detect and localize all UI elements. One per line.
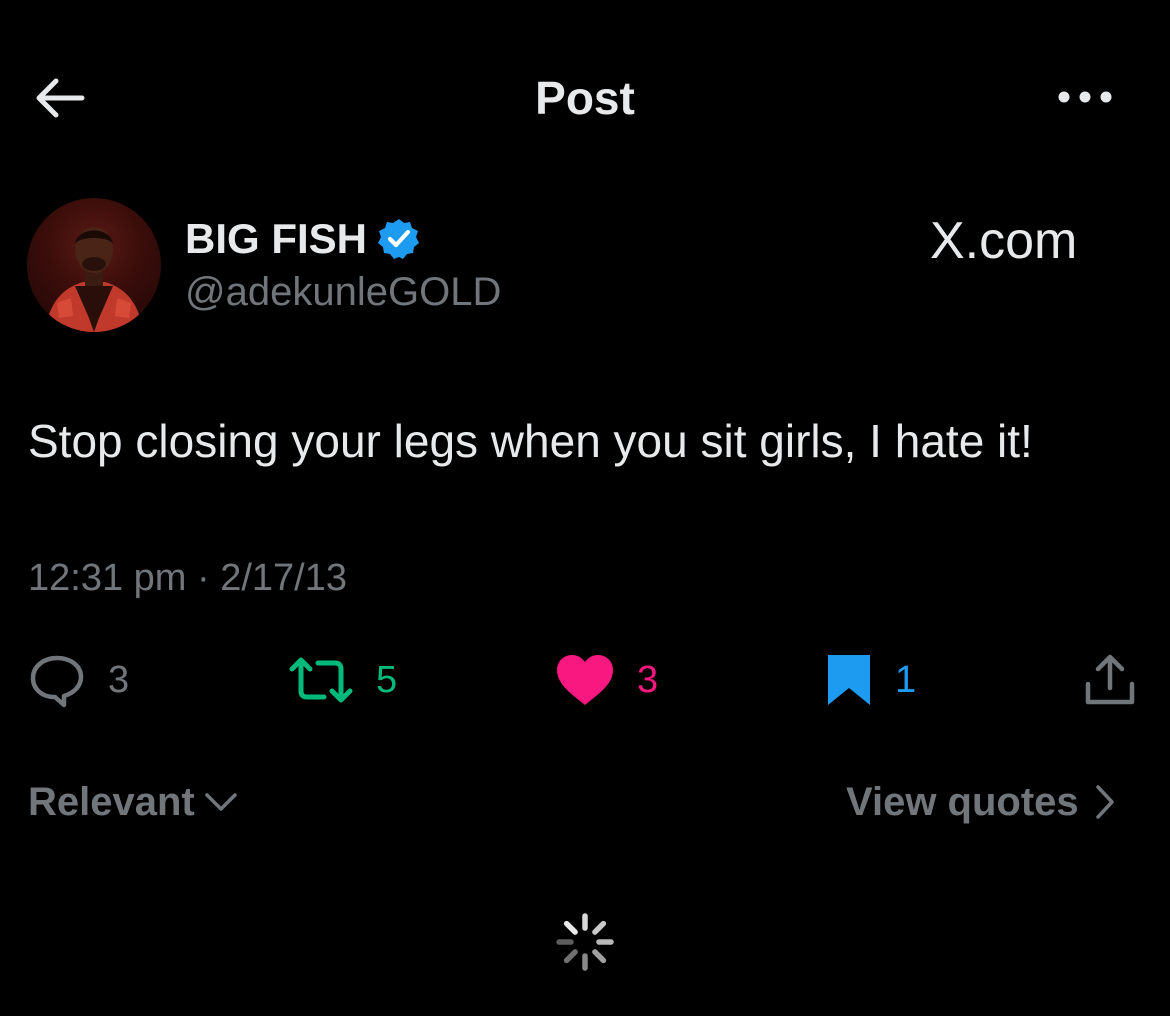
repost-count: 5 <box>376 659 398 701</box>
chevron-down-icon <box>205 793 237 811</box>
bookmark-filled-icon <box>828 655 870 705</box>
view-quotes-link[interactable]: View quotes <box>846 776 1117 828</box>
like-count: 3 <box>637 659 659 701</box>
repost-icon <box>289 657 353 703</box>
share-button[interactable] <box>1082 650 1138 710</box>
more-options-button[interactable] <box>1050 72 1120 122</box>
bookmark-count: 1 <box>895 659 917 701</box>
like-button[interactable]: 3 <box>555 650 658 710</box>
source-label-text: X.com <box>930 212 1078 270</box>
repost-button[interactable]: 5 <box>288 650 397 710</box>
source-label: X.com <box>930 212 1077 270</box>
verified-badge-icon <box>378 219 420 259</box>
reply-sort-dropdown[interactable]: Relevant <box>28 776 239 828</box>
author-handle[interactable]: @adekunleGOLD <box>185 268 501 316</box>
back-button[interactable] <box>26 70 92 126</box>
heart-filled-icon <box>557 655 613 705</box>
bookmark-button[interactable]: 1 <box>825 650 916 710</box>
avatar[interactable] <box>27 198 161 332</box>
display-name: BIG FISH <box>185 215 368 262</box>
avatar-image <box>45 227 143 332</box>
post-text: Stop closing your legs when you sit girl… <box>28 415 1033 467</box>
reply-bubble-icon <box>30 655 84 708</box>
post-timestamp[interactable]: 12:31 pm · 2/17/13 <box>28 553 347 603</box>
more-horizontal-icon <box>1058 91 1112 103</box>
arrow-left-icon <box>36 78 85 118</box>
loading-spinner-icon <box>556 913 614 971</box>
page-title: Post <box>535 72 635 124</box>
chevron-right-icon <box>1095 785 1114 819</box>
reply-button[interactable]: 3 <box>28 650 129 710</box>
share-icon <box>1085 654 1135 705</box>
view-quotes-label: View quotes <box>846 779 1079 824</box>
author-name[interactable]: BIG FISH <box>185 215 421 263</box>
reply-count: 3 <box>108 659 130 701</box>
sort-label: Relevant <box>28 779 195 824</box>
